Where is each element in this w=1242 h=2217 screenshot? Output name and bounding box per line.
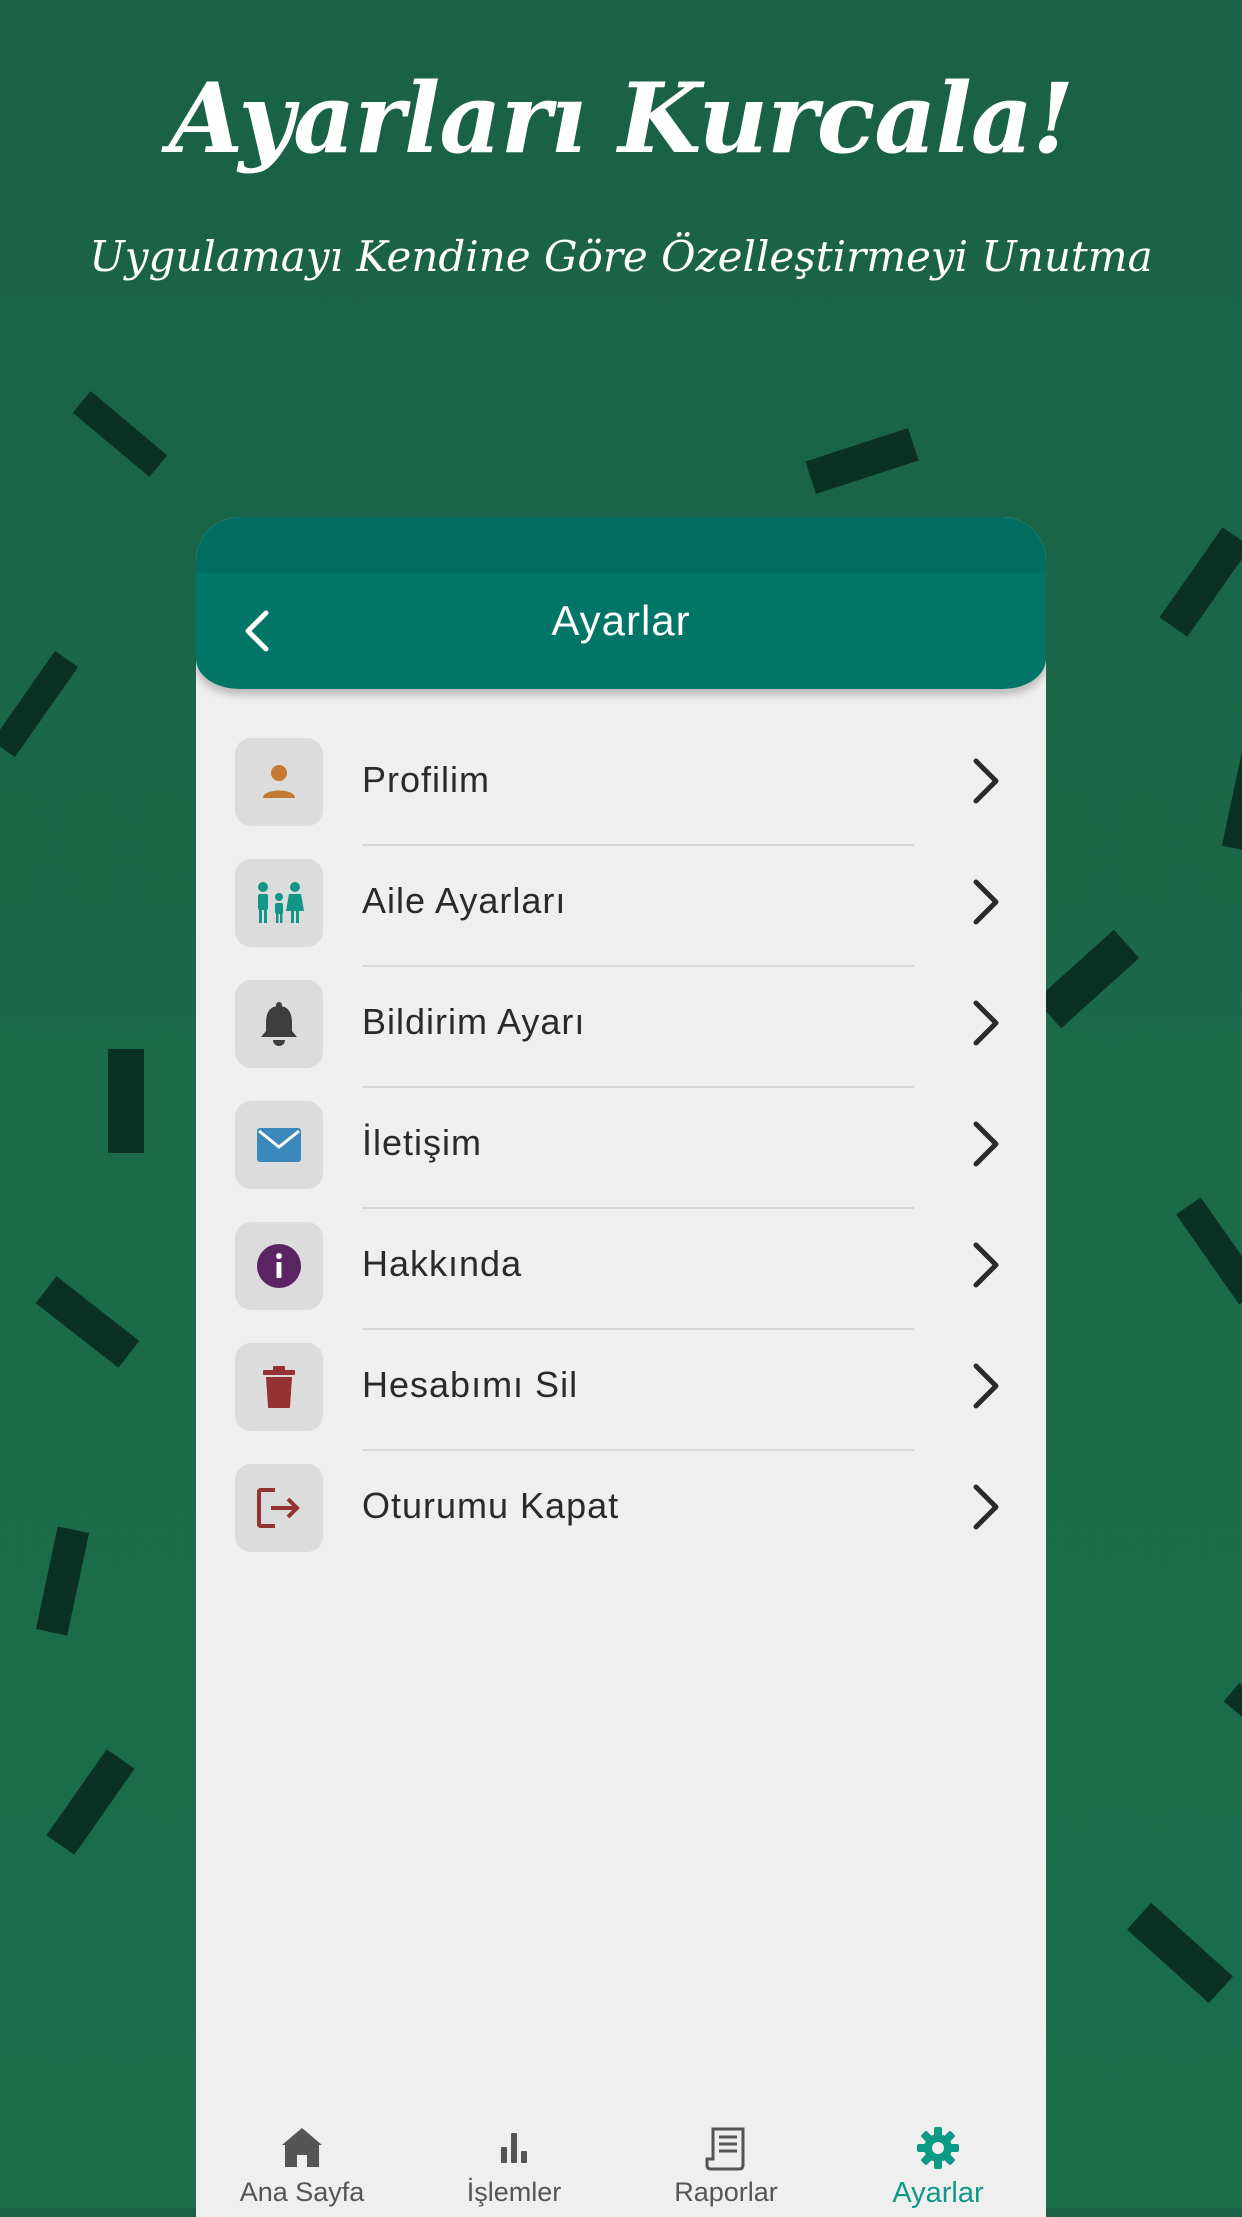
divider	[362, 965, 914, 967]
menu-item-label: Hesabımı Sil	[362, 1364, 579, 1405]
chevron-right-icon	[973, 758, 999, 804]
menu-item-label: Bildirim Ayarı	[362, 1001, 586, 1042]
divider	[362, 844, 914, 846]
confetti-decoration	[805, 428, 919, 494]
menu-item-label: Profilim	[362, 759, 491, 800]
chevron-right-icon	[973, 1363, 999, 1409]
family-icon	[258, 882, 304, 923]
confetti-decoration	[35, 1526, 90, 1636]
tab-label: İşlemler	[466, 2177, 562, 2207]
tab-label: Ayarlar	[892, 2177, 984, 2209]
mail-icon	[257, 1128, 301, 1162]
tab-home[interactable]: Ana Sayfa	[196, 2097, 408, 2217]
menu-item-delete-account[interactable]: Hesabımı Sil	[196, 1334, 1046, 1455]
trash-icon	[263, 1366, 295, 1408]
hero-title: Ayarları Kurcala!	[168, 62, 1074, 175]
status-bar-area	[196, 517, 1046, 573]
bottom-nav: Ana Sayfa İşlemler Raporlar Ayarlar	[196, 2097, 1046, 2217]
app-bar: Ayarlar	[196, 517, 1046, 689]
settings-menu: Profilim Aile Ayarları Bildirim Ayarı İl…	[196, 729, 1046, 1576]
icon-tile	[235, 1222, 323, 1310]
tab-label: Raporlar	[674, 2177, 778, 2207]
icon-tile	[235, 1101, 323, 1189]
tab-settings[interactable]: Ayarlar	[832, 2097, 1044, 2217]
confetti-decoration	[1159, 527, 1242, 637]
menu-item-family-settings[interactable]: Aile Ayarları	[196, 850, 1046, 971]
tab-reports[interactable]: Raporlar	[620, 2097, 832, 2217]
menu-item-label: Aile Ayarları	[362, 880, 567, 921]
chevron-right-icon	[973, 1484, 999, 1530]
menu-item-profile[interactable]: Profilim	[196, 729, 1046, 850]
hero-subtitle: Uygulamayı Kendine Göre Özelleştirmeyi U…	[89, 232, 1153, 281]
menu-item-about[interactable]: Hakkında	[196, 1213, 1046, 1334]
confetti-decoration	[72, 391, 168, 477]
receipt-icon	[705, 2127, 745, 2171]
divider	[362, 1449, 914, 1451]
logout-icon	[257, 1488, 300, 1528]
bar-chart-icon	[501, 2133, 527, 2163]
chevron-right-icon	[973, 879, 999, 925]
icon-tile	[235, 980, 323, 1068]
menu-item-contact[interactable]: İletişim	[196, 1092, 1046, 1213]
icon-tile	[235, 859, 323, 947]
icon-tile	[235, 738, 323, 826]
person-icon	[263, 765, 295, 798]
gear-icon	[917, 2127, 959, 2169]
divider	[362, 1328, 914, 1330]
page-title: Ayarlar	[551, 597, 691, 644]
info-icon	[257, 1244, 301, 1288]
home-icon	[282, 2128, 322, 2167]
tab-transactions[interactable]: İşlemler	[408, 2097, 620, 2217]
divider	[362, 1207, 914, 1209]
icon-tile	[235, 1464, 323, 1552]
phone-screen: Ayarlar Profilim Aile Ayarları Bildirim …	[196, 517, 1046, 2217]
confetti-decoration	[0, 650, 79, 758]
chevron-right-icon	[973, 1000, 999, 1046]
menu-item-notification-settings[interactable]: Bildirim Ayarı	[196, 971, 1046, 1092]
menu-item-label: İletişim	[362, 1122, 483, 1163]
menu-item-label: Oturumu Kapat	[362, 1485, 620, 1526]
bell-icon	[261, 1002, 297, 1046]
divider	[362, 1086, 914, 1088]
confetti-decoration	[1127, 1902, 1233, 2004]
confetti-decoration	[46, 1749, 135, 1855]
chevron-right-icon	[973, 1121, 999, 1167]
menu-item-logout[interactable]: Oturumu Kapat	[196, 1455, 1046, 1576]
confetti-decoration	[1221, 738, 1242, 852]
icon-tile	[235, 1343, 323, 1431]
confetti-decoration	[108, 1049, 144, 1153]
confetti-decoration	[35, 1276, 140, 1368]
tab-label: Ana Sayfa	[239, 2177, 365, 2207]
chevron-right-icon	[973, 1242, 999, 1288]
confetti-decoration	[1035, 929, 1140, 1029]
confetti-decoration	[1176, 1197, 1242, 1305]
confetti-decoration	[1223, 1683, 1242, 1721]
menu-item-label: Hakkında	[362, 1243, 523, 1284]
